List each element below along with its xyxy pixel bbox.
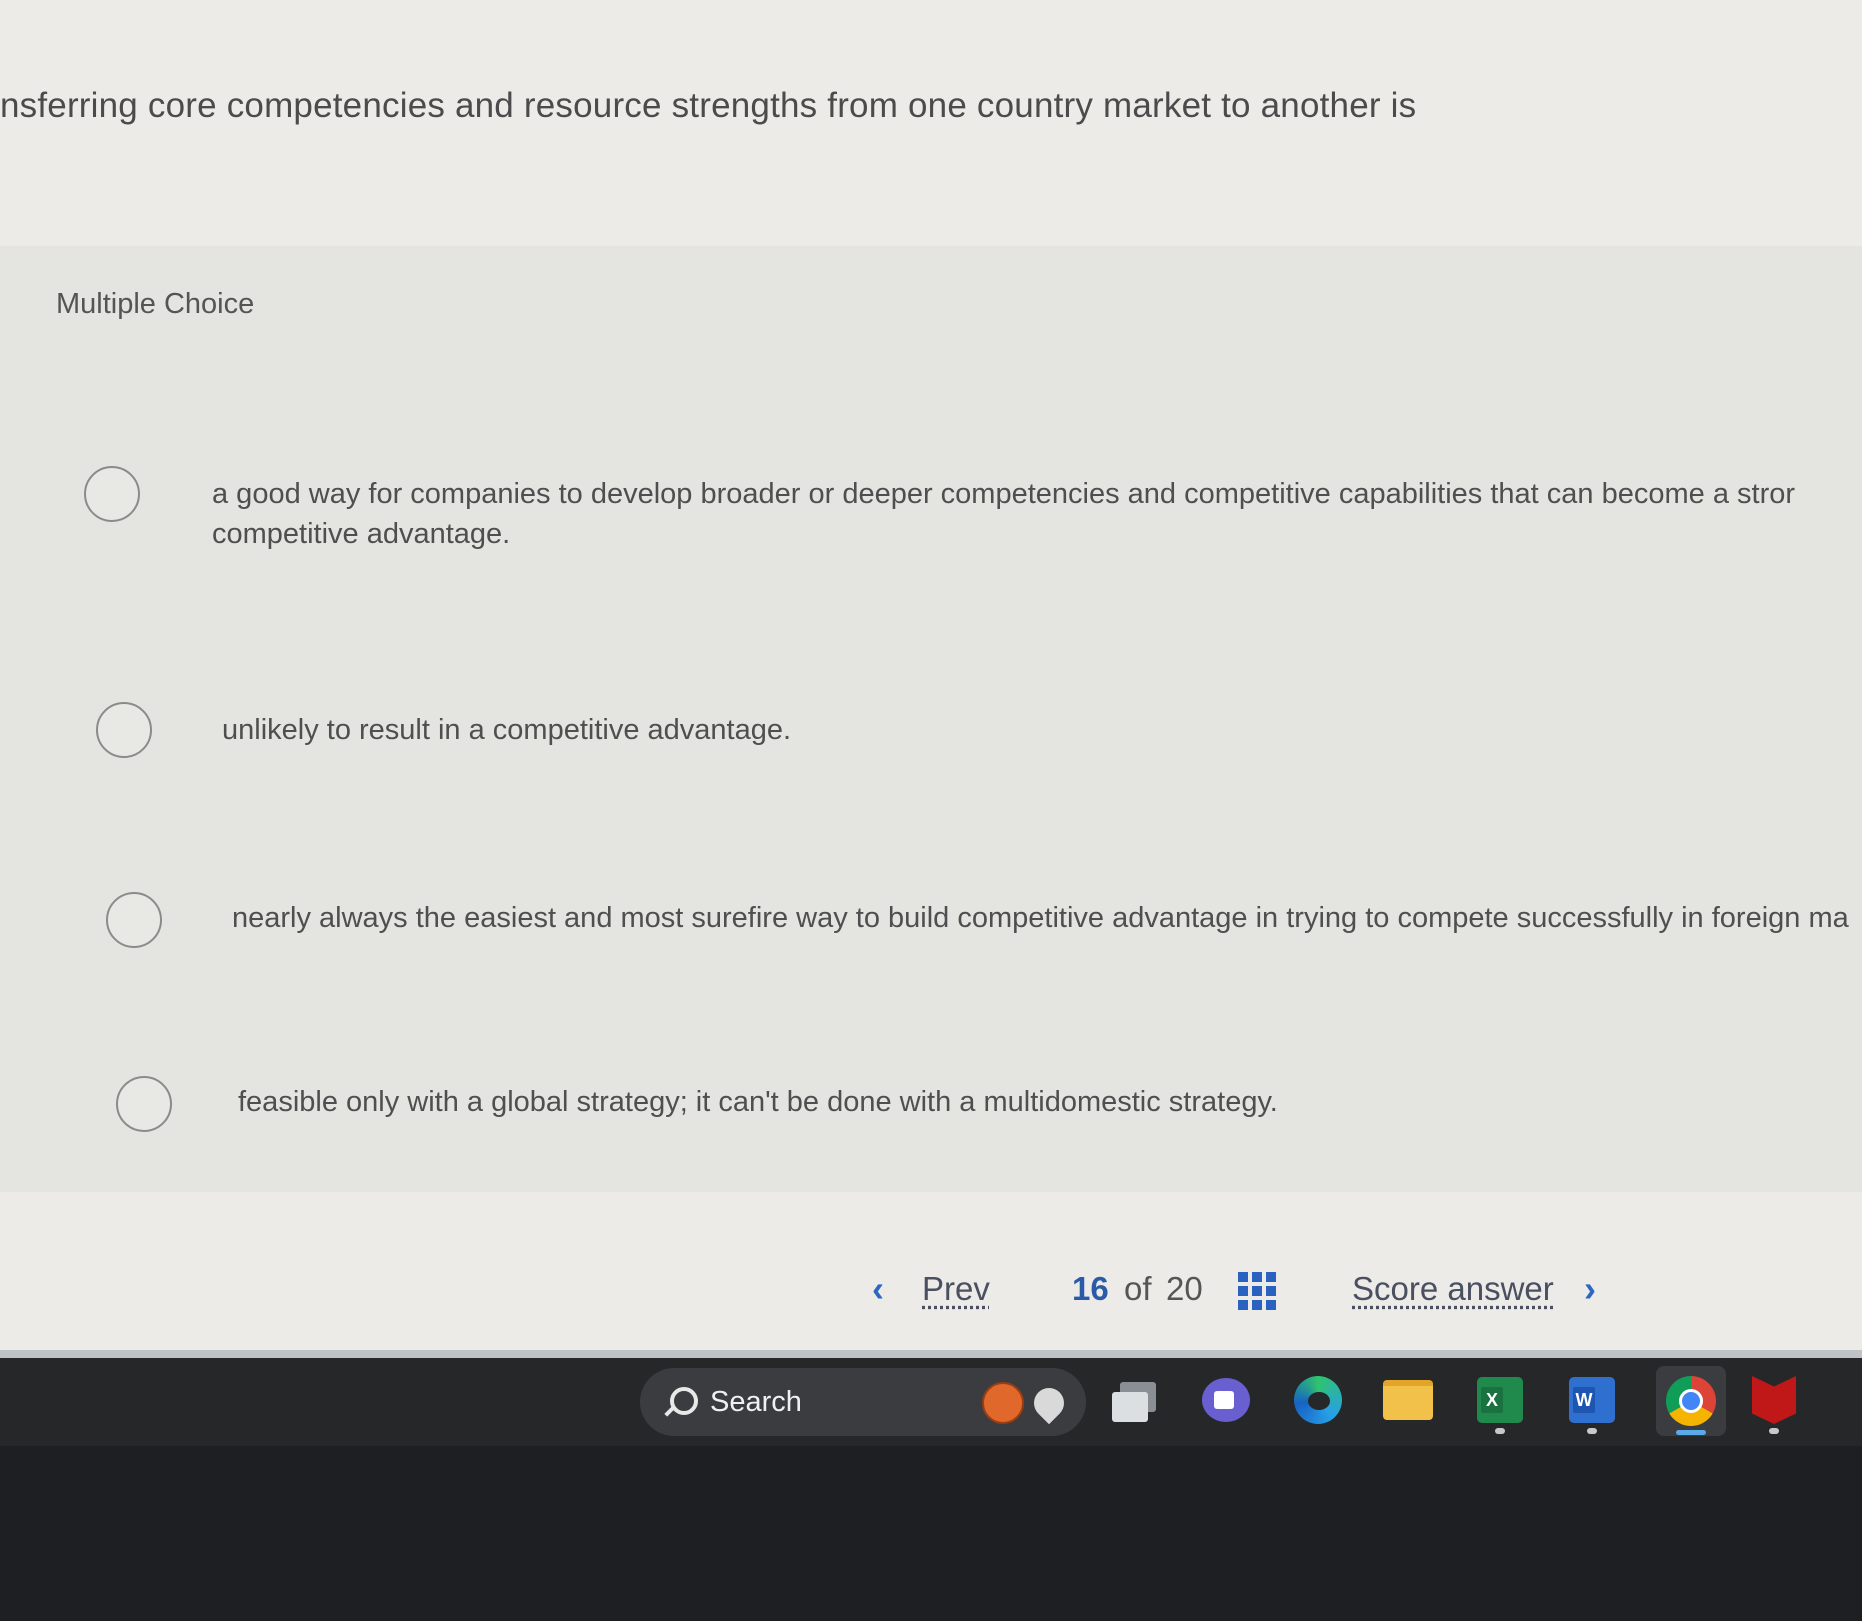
grid-cell [1238, 1286, 1248, 1296]
chevron-left-icon[interactable]: ‹ [872, 1268, 884, 1310]
chrome-logo [1666, 1376, 1716, 1426]
answer-panel: Multiple Choice a good way for companies… [0, 246, 1862, 1192]
grid-cell [1252, 1286, 1262, 1296]
task-view-front-window [1112, 1392, 1148, 1422]
grid-cell [1266, 1300, 1276, 1310]
meet-icon[interactable] [1198, 1372, 1254, 1428]
word-tile: W [1569, 1377, 1615, 1423]
option-text: unlikely to result in a competitive adva… [222, 714, 792, 746]
edge-icon[interactable] [1290, 1372, 1346, 1428]
question-text: nsferring core competencies and resource… [0, 86, 1417, 125]
radio-button[interactable] [84, 466, 140, 522]
excel-letter: X [1481, 1387, 1503, 1413]
current-page-number: 16 [1072, 1270, 1109, 1307]
search-icon [662, 1385, 698, 1419]
total-pages: 20 [1166, 1270, 1203, 1307]
option-text: nearly always the easiest and most suref… [232, 902, 1849, 934]
excel-tile: X [1477, 1377, 1523, 1423]
prev-button[interactable]: Prev [922, 1270, 990, 1308]
running-indicator [1495, 1428, 1505, 1434]
taskbar-search-box[interactable]: Search [640, 1368, 1086, 1436]
edge-logo [1294, 1376, 1342, 1424]
word-icon[interactable]: W [1564, 1372, 1620, 1428]
grid-cell [1238, 1272, 1248, 1282]
taskbar-border [0, 1350, 1862, 1358]
option-text: a good way for companies to develop broa… [212, 474, 1795, 554]
page-of-label: of [1124, 1270, 1152, 1307]
pin-icon [1027, 1381, 1071, 1425]
radio-button[interactable] [116, 1076, 172, 1132]
grid-cell [1266, 1286, 1276, 1296]
file-explorer-icon[interactable] [1380, 1372, 1436, 1428]
question-grid-icon[interactable] [1238, 1272, 1276, 1310]
chevron-right-icon[interactable]: › [1584, 1268, 1596, 1310]
option-text-line: a good way for companies to develop broa… [212, 478, 1796, 510]
taskbar: Search X W [0, 1358, 1862, 1446]
basketball-icon [982, 1382, 1024, 1424]
grid-cell [1266, 1272, 1276, 1282]
grid-cell [1252, 1272, 1262, 1282]
word-letter: W [1573, 1387, 1595, 1413]
option-text-line: competitive advantage. [212, 518, 511, 550]
grid-cell [1238, 1300, 1248, 1310]
task-view-icon[interactable] [1110, 1372, 1166, 1428]
mcafee-icon[interactable] [1746, 1372, 1802, 1428]
folder-shape [1383, 1380, 1433, 1420]
windows-start-icon[interactable] [556, 1376, 608, 1428]
radio-button[interactable] [106, 892, 162, 948]
question-navigation: ‹ Prev 16 of 20 Score answer › [0, 1260, 1862, 1320]
score-answer-button[interactable]: Score answer [1352, 1270, 1554, 1308]
chrome-icon[interactable] [1656, 1366, 1726, 1436]
running-indicator [1769, 1428, 1779, 1434]
meet-bubble [1202, 1378, 1250, 1422]
search-label: Search [710, 1385, 802, 1418]
browser-content: nsferring core competencies and resource… [0, 0, 1862, 1350]
question-type-label: Multiple Choice [56, 288, 255, 320]
radio-button[interactable] [96, 702, 152, 758]
grid-cell [1252, 1300, 1262, 1310]
laptop-bezel [0, 1446, 1862, 1621]
running-indicator [1587, 1428, 1597, 1434]
option-text: feasible only with a global strategy; it… [238, 1086, 1278, 1118]
active-indicator [1676, 1430, 1706, 1435]
excel-icon[interactable]: X [1472, 1372, 1528, 1428]
mcafee-shield [1752, 1376, 1796, 1424]
